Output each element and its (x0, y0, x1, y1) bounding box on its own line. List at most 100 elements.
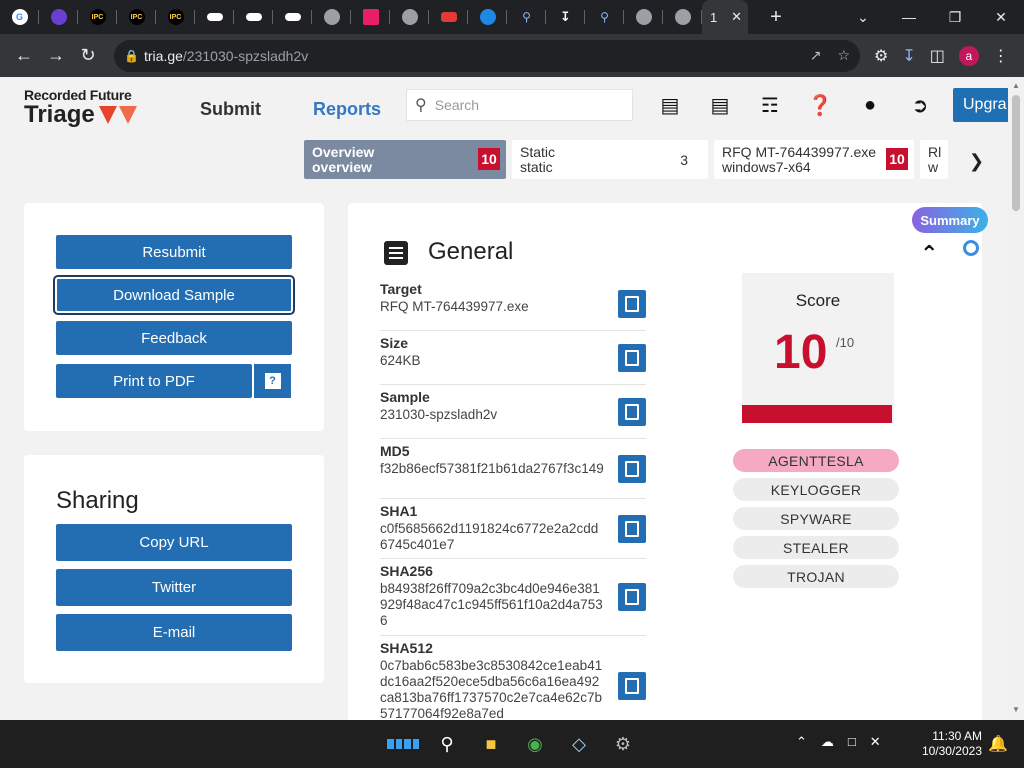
assistant-icon[interactable] (963, 240, 979, 256)
logout-icon[interactable]: ➲ (908, 93, 932, 117)
user-icon[interactable]: ● (858, 93, 882, 117)
pill-icon (284, 13, 301, 21)
minimize-button[interactable]: — (886, 0, 932, 34)
search-lens-icon (479, 9, 496, 25)
nav-submit[interactable]: Submit (200, 99, 261, 120)
maximize-button[interactable]: ❐ (932, 0, 978, 34)
browser-tab[interactable] (429, 0, 468, 34)
notes-icon (384, 241, 408, 265)
profile-avatar[interactable]: a (958, 45, 979, 66)
browser-tab[interactable] (273, 0, 312, 34)
settings-gear-icon[interactable]: ⚙ (607, 728, 639, 760)
field-label: Sample (380, 389, 430, 405)
browser-tab[interactable]: ⚲ (585, 0, 624, 34)
print-help-button[interactable]: ? (253, 364, 291, 398)
lock-icon[interactable]: 🔒 (124, 49, 144, 63)
tab-subtitle: static (520, 158, 553, 175)
browser-tab[interactable] (234, 0, 273, 34)
browser-tab[interactable]: ↧ (546, 0, 585, 34)
browser-tab[interactable] (351, 0, 390, 34)
docs-book-icon[interactable]: ☶ (758, 93, 782, 117)
virtualbox-icon[interactable]: ◇ (563, 728, 595, 760)
clipboard-icon[interactable] (618, 583, 646, 611)
field-value: 231030-spzsladh2v (380, 407, 498, 422)
browser-tab[interactable] (39, 0, 78, 34)
chat-icon[interactable]: ▤ (658, 93, 682, 117)
twitter-button[interactable]: Twitter (56, 569, 292, 606)
server-icon[interactable]: ▤ (708, 93, 732, 117)
display-icon[interactable]: □ (848, 734, 856, 750)
browser-menu-icon[interactable]: ⋮ (993, 46, 1009, 66)
copy-url-button[interactable]: Copy URL (56, 524, 292, 561)
nav-reports[interactable]: Reports (313, 99, 381, 120)
clipboard-icon[interactable] (618, 343, 646, 372)
tab-next-task[interactable]: Rl w (920, 140, 948, 179)
browser-tab[interactable] (663, 0, 702, 34)
browser-tab-active[interactable]: 1 ✕ (702, 0, 748, 34)
tag-spyware[interactable]: SPYWARE (733, 507, 899, 530)
address-bar[interactable]: 🔒 tria.ge/231030-spzsladh2v ↗ ☆ (114, 39, 860, 72)
extensions-puzzle-icon[interactable]: ⚙ (874, 46, 888, 66)
forward-arrow-icon[interactable]: → (40, 40, 72, 72)
search-input[interactable]: ⚲ Search (406, 89, 633, 121)
browser-tab[interactable] (195, 0, 234, 34)
tab-windows7-x64[interactable]: RFQ MT-764439977.exe windows7-x64 10 (714, 140, 914, 179)
close-window-button[interactable]: ✕ (978, 0, 1024, 34)
triage-logo[interactable]: Recorded Future Triage (24, 87, 137, 129)
tag-trojan[interactable]: TROJAN (733, 565, 899, 588)
tag-stealer[interactable]: STEALER (733, 536, 899, 559)
browser-tab[interactable] (468, 0, 507, 34)
scroll-down-icon[interactable]: ▼ (1012, 705, 1020, 714)
chevron-up-icon[interactable]: ⌃ (796, 734, 807, 750)
tag-agenttesla[interactable]: AGENTTESLA (733, 449, 899, 472)
bookmark-star-icon[interactable]: ☆ (837, 47, 850, 64)
scrollbar-thumb[interactable] (1012, 95, 1020, 211)
browser-tab[interactable]: IPC (156, 0, 195, 34)
clipboard-icon[interactable] (618, 672, 646, 700)
tab-search-icon[interactable]: ⌄ (840, 0, 886, 34)
download-extension-icon[interactable]: ↧ (902, 46, 915, 66)
tab-static[interactable]: Static static 3 (512, 140, 708, 179)
browser-tab[interactable]: IPC (78, 0, 117, 34)
browser-tab[interactable] (390, 0, 429, 34)
tag-keylogger[interactable]: KEYLOGGER (733, 478, 899, 501)
notification-bell-icon[interactable]: 🔔 (988, 734, 1008, 754)
upgrade-button[interactable]: Upgra (953, 88, 1008, 122)
taskbar-clock[interactable]: 11:30 AM 10/30/2023 (918, 729, 982, 759)
chevron-up-icon[interactable]: ⌃ (920, 241, 938, 267)
search-icon[interactable]: ⚲ (431, 728, 463, 760)
clipboard-icon[interactable] (618, 454, 646, 483)
cloud-icon[interactable]: ☁ (821, 734, 834, 750)
browser-tab[interactable]: ⚲ (507, 0, 546, 34)
file-explorer-icon[interactable]: ■ (475, 728, 507, 760)
browser-tab[interactable] (624, 0, 663, 34)
download-sample-button[interactable]: Download Sample (53, 275, 295, 315)
feedback-button[interactable]: Feedback (56, 321, 292, 355)
network-icon[interactable]: ✕ (870, 734, 881, 750)
email-button[interactable]: E-mail (56, 614, 292, 651)
chrome-icon[interactable]: ◉ (519, 728, 551, 760)
active-tab-label: 1 (710, 9, 718, 25)
clipboard-icon[interactable] (618, 514, 646, 543)
new-tab-button[interactable]: + (764, 6, 788, 29)
close-tab-icon[interactable]: ✕ (731, 9, 742, 25)
chevron-right-icon[interactable]: ❯ (969, 151, 984, 172)
help-icon[interactable]: ❓ (808, 93, 833, 117)
side-panel-icon[interactable]: ◫ (930, 46, 945, 66)
share-icon[interactable]: ↗ (810, 47, 822, 64)
browser-tab[interactable] (312, 0, 351, 34)
scroll-up-icon[interactable]: ▲ (1012, 81, 1020, 90)
print-to-pdf-button[interactable]: Print to PDF (56, 364, 252, 398)
resubmit-button[interactable]: Resubmit (56, 235, 292, 269)
tab-overview[interactable]: Overview overview 10 (304, 140, 506, 179)
tab-title: Rl (928, 143, 942, 160)
clipboard-icon[interactable] (618, 397, 646, 426)
reload-icon[interactable]: ↻ (72, 40, 104, 72)
browser-tab[interactable]: G (0, 0, 39, 34)
back-arrow-icon[interactable]: ← (8, 40, 40, 72)
browser-tab[interactable]: IPC (117, 0, 156, 34)
clipboard-icon[interactable] (618, 289, 646, 318)
summary-button[interactable]: Summary (912, 207, 988, 233)
page-scrollbar[interactable]: ▲ ▼ (1008, 77, 1024, 720)
windows-start-icon[interactable] (387, 728, 419, 760)
